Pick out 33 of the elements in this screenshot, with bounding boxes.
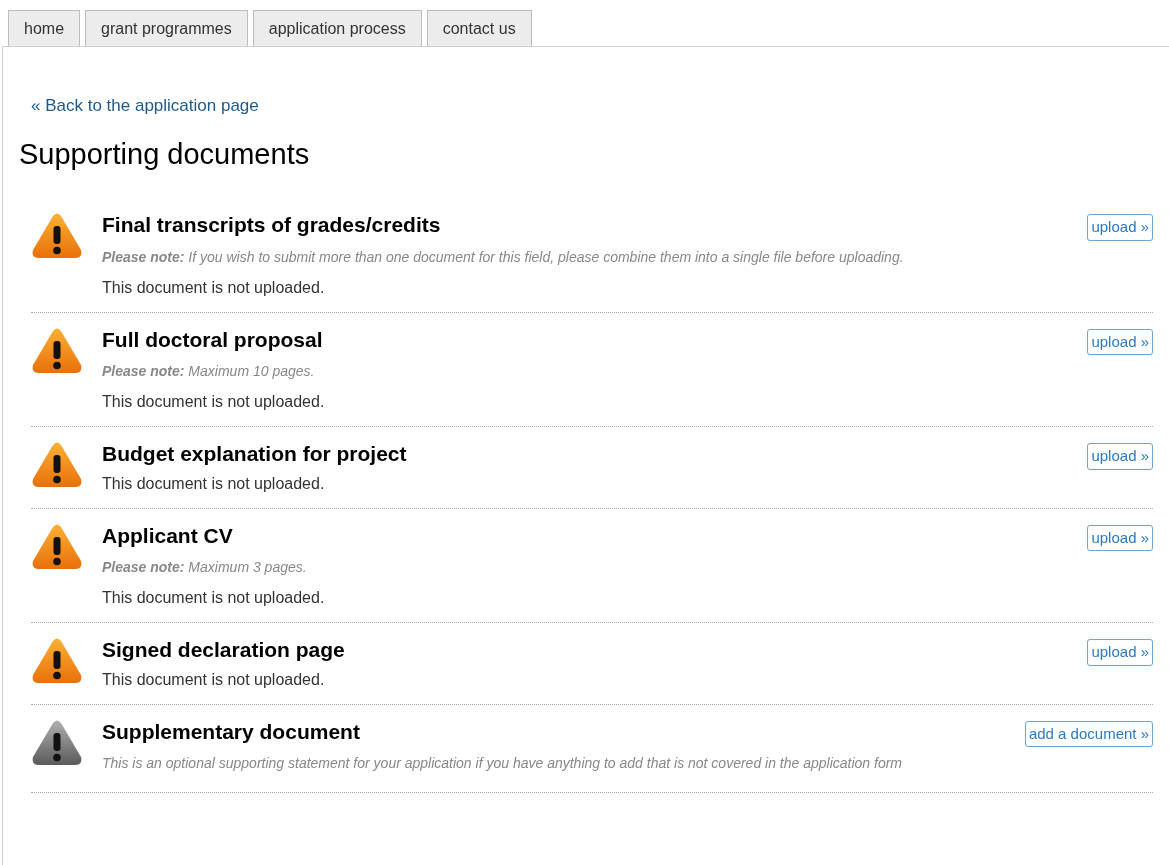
document-title: Final transcripts of grades/credits xyxy=(102,212,441,238)
document-title: Applicant CV xyxy=(102,522,233,549)
nav-tab[interactable]: home xyxy=(8,10,81,46)
warning-icon xyxy=(31,212,83,260)
warning-icon xyxy=(31,326,83,375)
warning-icon xyxy=(31,637,83,685)
upload-status: This document is not uploaded. xyxy=(102,669,326,690)
warning-icon xyxy=(31,522,83,571)
nav-tab[interactable]: contact us xyxy=(426,10,532,46)
page-heading: Supporting documents xyxy=(19,136,311,172)
upload-button[interactable]: upload » xyxy=(1087,328,1153,355)
upload-status: This document is not uploaded. xyxy=(102,473,326,494)
warning-icon xyxy=(31,718,83,767)
upload-button[interactable]: upload » xyxy=(1087,443,1153,470)
nav-tab[interactable]: grant programmes xyxy=(85,10,248,46)
document-title: Supplementary document xyxy=(102,718,360,745)
document-title: Signed declaration page xyxy=(102,637,345,663)
document-note: Please note: Maximum 10 pages. xyxy=(102,362,316,381)
warning-icon xyxy=(31,441,83,489)
upload-button[interactable]: upload » xyxy=(1087,214,1153,241)
upload-status: This document is not uploaded. xyxy=(102,588,326,608)
document-note: This is an optional supporting statement for your application if you have anything to add that is not covered in the application form xyxy=(102,754,904,773)
document-note: Please note: Maximum 3 pages. xyxy=(102,558,308,577)
document-note: Please note: If you wish to submit more than one document for this field, please combine them into a single file before uploading. xyxy=(102,247,905,267)
upload-status: This document is not uploaded. xyxy=(102,392,326,412)
document-title: Budget explanation for project xyxy=(102,441,407,467)
nav-tab[interactable]: application process xyxy=(252,10,422,46)
upload-button[interactable]: upload » xyxy=(1087,524,1153,551)
upload-button[interactable]: add a document » xyxy=(1024,720,1153,747)
upload-status: This document is not uploaded. xyxy=(102,277,326,298)
back-link[interactable]: « Back to the application page xyxy=(31,93,1153,119)
document-title: Full doctoral proposal xyxy=(102,326,323,353)
upload-button[interactable]: upload » xyxy=(1087,639,1153,666)
